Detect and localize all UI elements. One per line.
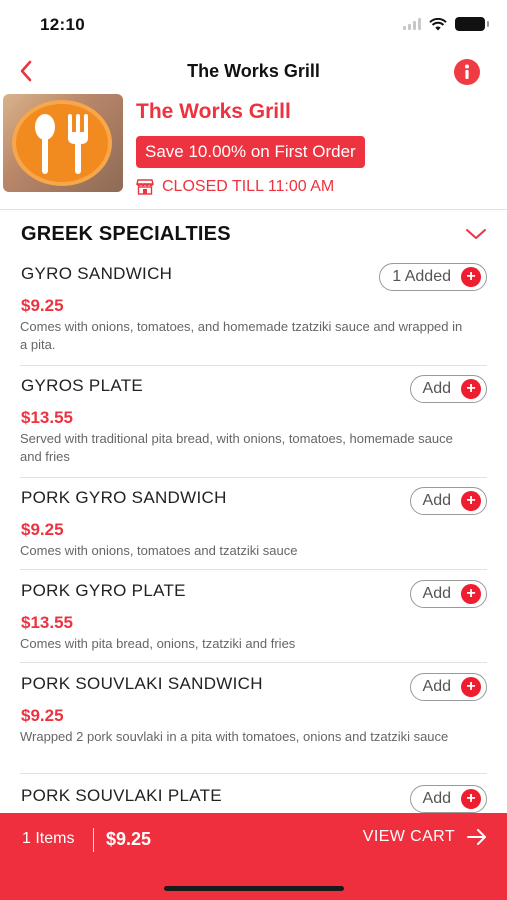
menu-item[interactable]: PORK SOUVLAKI PLATE Add + <box>0 782 507 813</box>
chevron-down-icon <box>466 229 486 239</box>
restaurant-logo <box>3 94 123 192</box>
item-name: PORK GYRO PLATE <box>21 581 186 600</box>
page-title: The Works Grill <box>187 61 320 81</box>
store-status-text: CLOSED TILL 11:00 AM <box>162 178 335 195</box>
status-time: 12:10 <box>40 15 85 34</box>
menu-item[interactable]: GYRO SANDWICH $9.25 Comes with onions, t… <box>0 260 507 366</box>
item-name: PORK SOUVLAKI PLATE <box>21 786 222 805</box>
category-toggle-button[interactable] <box>463 222 489 246</box>
item-description: Wrapped 2 pork souvlaki in a pita with t… <box>20 729 449 744</box>
item-description: Served with traditional pita bread, with… <box>20 431 453 464</box>
item-description: Comes with onions, tomatoes and tzatziki… <box>20 543 298 558</box>
arrow-right-icon <box>467 829 486 845</box>
item-name: PORK GYRO SANDWICH <box>21 488 227 507</box>
plus-icon: + <box>461 491 481 511</box>
add-button[interactable]: Add + <box>409 673 487 701</box>
promo-badge: Save 10.00% on First Order <box>136 136 365 168</box>
item-name: GYRO SANDWICH <box>21 264 173 283</box>
cart-item-count: 1 Items <box>22 830 75 847</box>
status-bar: 12:10 <box>0 0 507 50</box>
utensils-icon <box>35 114 88 174</box>
add-button[interactable]: Add + <box>409 580 487 608</box>
add-button-label: 1 Added <box>392 268 451 285</box>
signal-icon <box>403 18 421 30</box>
add-button[interactable]: Add + <box>409 487 487 515</box>
plus-icon: + <box>461 379 481 399</box>
home-indicator <box>164 886 344 891</box>
add-button[interactable]: Add + <box>409 375 487 403</box>
category-title: GREEK SPECIALTIES <box>21 223 231 245</box>
plus-icon: + <box>461 677 481 697</box>
view-cart-label: VIEW CART <box>362 828 455 845</box>
wifi-icon <box>429 17 447 30</box>
add-button-label: Add <box>422 678 451 695</box>
menu-item[interactable]: GYROS PLATE $13.55 Served with tradition… <box>0 372 507 478</box>
menu-item[interactable]: PORK SOUVLAKI SANDWICH $9.25 Wrapped 2 p… <box>0 670 507 774</box>
store-icon <box>136 179 154 195</box>
menu-list: GREEK SPECIALTIES GYRO SANDWICH $9.25 Co… <box>0 210 507 813</box>
nav-bar: The Works Grill <box>0 50 507 92</box>
item-name: GYROS PLATE <box>21 376 144 395</box>
add-button-label: Add <box>422 790 451 807</box>
menu-item[interactable]: PORK GYRO PLATE $13.55 Comes with pita b… <box>0 577 507 663</box>
item-price: $9.25 <box>21 706 64 725</box>
add-button-label: Add <box>422 380 451 397</box>
plus-icon: + <box>461 267 481 287</box>
item-added-button[interactable]: 1 Added + <box>379 263 487 291</box>
restaurant-name: The Works Grill <box>136 100 291 123</box>
item-price: $9.25 <box>21 520 64 539</box>
item-name: PORK SOUVLAKI SANDWICH <box>21 674 263 693</box>
item-price: $13.55 <box>21 613 73 632</box>
restaurant-header: The Works Grill Save 10.00% on First Ord… <box>0 92 507 210</box>
item-description: Comes with onions, tomatoes, and homemad… <box>20 319 463 352</box>
info-icon <box>465 64 469 79</box>
info-button[interactable] <box>454 59 480 85</box>
add-button[interactable]: Add + <box>409 785 487 813</box>
cart-divider <box>93 828 94 852</box>
category-header[interactable]: GREEK SPECIALTIES <box>0 210 507 258</box>
plus-icon: + <box>461 789 481 809</box>
view-cart-button[interactable]: VIEW CART <box>363 828 487 846</box>
add-button-label: Add <box>422 585 451 602</box>
store-status: CLOSED TILL 11:00 AM <box>136 178 334 196</box>
cart-bar[interactable]: 1 Items $9.25 VIEW CART <box>0 813 507 900</box>
battery-icon <box>455 17 489 31</box>
item-price: $9.25 <box>21 296 64 315</box>
cart-total: $9.25 <box>106 829 152 849</box>
item-description: Comes with pita bread, onions, tzatziki … <box>20 636 296 651</box>
add-button-label: Add <box>422 492 451 509</box>
plus-icon: + <box>461 584 481 604</box>
status-icons <box>403 17 489 31</box>
item-price: $13.55 <box>21 408 73 427</box>
menu-item[interactable]: PORK GYRO SANDWICH $9.25 Comes with onio… <box>0 484 507 570</box>
